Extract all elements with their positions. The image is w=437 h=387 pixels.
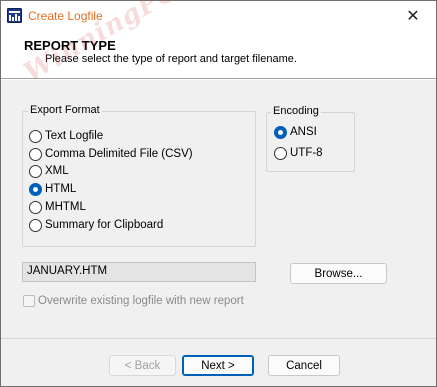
radio-button-selected[interactable] [29, 182, 42, 196]
radio-html[interactable]: HTML [29, 181, 76, 197]
window-title: Create Logfile [28, 9, 103, 23]
filename-field[interactable]: JANUARY.HTM [22, 262, 256, 282]
browse-button[interactable]: Browse... [290, 263, 387, 284]
close-icon: ✕ [406, 8, 420, 25]
radio-xml[interactable]: XML [29, 163, 69, 179]
next-button[interactable]: Next > [182, 355, 254, 376]
radio-button[interactable] [29, 200, 42, 214]
radio-button[interactable] [29, 129, 42, 143]
radio-summary-clipboard[interactable]: Summary for Clipboard [29, 217, 163, 233]
back-button[interactable]: < Back [109, 355, 176, 376]
radio-label: XML [45, 165, 69, 177]
radio-mhtml[interactable]: MHTML [29, 199, 86, 215]
radio-utf8[interactable]: UTF-8 [274, 145, 323, 161]
radio-label: Summary for Clipboard [45, 219, 164, 231]
radio-button[interactable] [29, 218, 42, 232]
overwrite-label: Overwrite existing logfile with new repo… [38, 295, 244, 307]
encoding-group [266, 112, 355, 172]
radio-text-logfile[interactable]: Text Logfile [29, 128, 103, 144]
radio-csv[interactable]: Comma Delimited File (CSV) [29, 146, 193, 162]
overwrite-checkbox[interactable] [23, 295, 35, 307]
wizard-header: REPORT TYPE Please select the type of re… [1, 31, 436, 78]
radio-label: Comma Delimited File (CSV) [45, 148, 193, 160]
radio-label: ANSI [290, 126, 317, 138]
title-bar: Create Logfile ✕ [1, 1, 436, 31]
encoding-legend: Encoding [271, 105, 321, 117]
export-format-legend: Export Format [28, 104, 102, 116]
footer-divider [1, 338, 436, 339]
radio-button-selected[interactable] [274, 125, 287, 139]
radio-button[interactable] [29, 147, 42, 161]
overwrite-checkbox-row[interactable]: Overwrite existing logfile with new repo… [23, 295, 244, 307]
radio-label: HTML [45, 183, 77, 195]
radio-label: UTF-8 [290, 147, 323, 159]
cancel-button[interactable]: Cancel [268, 355, 340, 376]
radio-label: MHTML [45, 201, 86, 213]
create-logfile-dialog: Create Logfile ✕ REPORT TYPE Please sele… [0, 0, 437, 387]
page-subtitle: Please select the type of report and tar… [45, 53, 297, 65]
close-button[interactable]: ✕ [390, 1, 436, 31]
radio-button[interactable] [29, 164, 42, 178]
header-divider-highlight [1, 79, 436, 80]
radio-label: Text Logfile [45, 130, 104, 142]
radio-button[interactable] [274, 146, 287, 160]
page-title: REPORT TYPE [24, 38, 116, 53]
radio-ansi[interactable]: ANSI [274, 124, 317, 140]
logfile-app-icon [7, 8, 22, 23]
